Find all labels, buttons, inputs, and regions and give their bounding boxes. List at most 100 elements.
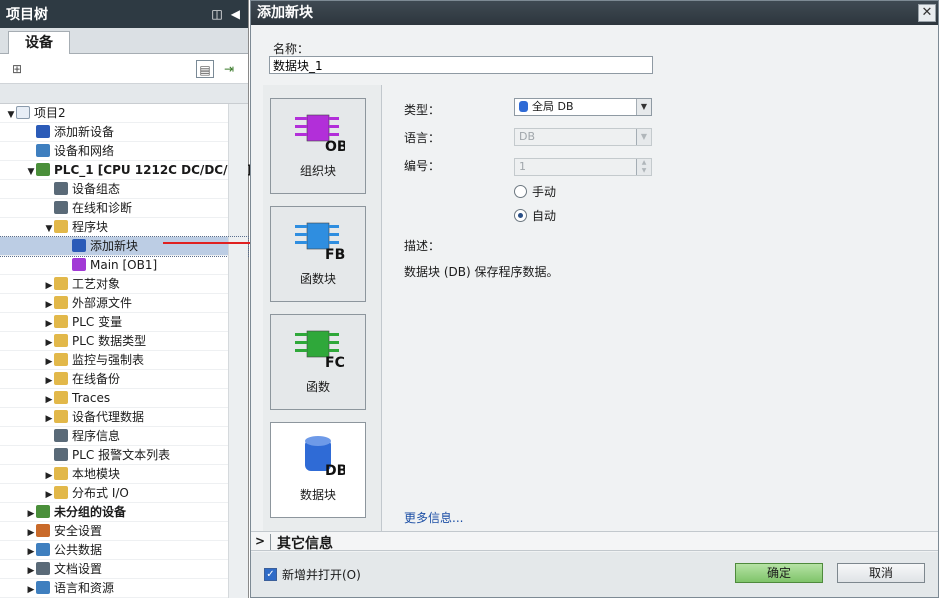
tree-status-column [228, 275, 248, 294]
folder-icon [54, 410, 68, 423]
tree-status-column [228, 484, 248, 503]
radio-manual[interactable]: 手动 [514, 183, 556, 200]
folder-icon [54, 391, 68, 404]
tree-status-column [228, 332, 248, 351]
detail-view-icon[interactable]: ▤ [196, 60, 214, 78]
tree-status-column [228, 389, 248, 408]
spin-icon: ▲ ▼ [636, 159, 651, 175]
block-type-label: 函数 [305, 380, 330, 394]
description-text: 数据块 (DB) 保存程序数据。 [404, 265, 559, 279]
tree-item[interactable]: Main [OB1] [0, 256, 248, 275]
tree-item[interactable]: 在线和诊断 [0, 199, 248, 218]
tree-properties-icon[interactable]: ⊞ [8, 60, 26, 78]
radio-auto-label: 自动 [532, 209, 557, 223]
checkmark-icon[interactable]: ✓ [264, 568, 277, 581]
folder-icon [54, 372, 68, 385]
tree-item-label: 监控与强制表 [72, 353, 145, 367]
tree-item[interactable]: 添加新设备 [0, 123, 248, 142]
block-type-fc-button[interactable]: FC 函数 [270, 314, 366, 410]
add-and-open-checkbox[interactable]: ✓ 新增并打开(O) [264, 566, 361, 583]
tree-item-label: 项目2 [34, 106, 66, 120]
tree-item[interactable]: ▶ 监控与强制表 [0, 351, 248, 370]
tree-item[interactable]: ▶ PLC 数据类型 [0, 332, 248, 351]
tree-item[interactable]: ▶ 公共数据 [0, 541, 248, 560]
folder-icon [54, 277, 68, 290]
radio-manual-circle[interactable] [514, 185, 527, 198]
plc-icon [36, 163, 50, 176]
fb-code-label: FB [325, 247, 345, 263]
add-block-icon [72, 239, 86, 252]
tree-item[interactable]: ▼ PLC_1 [CPU 1212C DC/DC/DC] [0, 161, 252, 180]
tab-devices[interactable]: 设备 [8, 31, 70, 55]
tree-item[interactable]: ▶ 工艺对象 [0, 275, 248, 294]
fc-block-icon: FC [295, 330, 345, 371]
more-info-link[interactable]: 更多信息... [404, 509, 463, 526]
tree-item[interactable]: 设备组态 [0, 180, 248, 199]
doc-settings-icon [36, 562, 50, 575]
radio-auto-circle[interactable] [514, 209, 527, 222]
tree-item-label: 程序信息 [72, 429, 121, 443]
project-tree-header: 项目树 ◫ ◀ [0, 0, 248, 28]
tree-item[interactable]: ▶ 分布式 I/O [0, 484, 248, 503]
project-tree-title: 项目树 [6, 7, 48, 23]
tree-status-column [228, 427, 248, 446]
radio-auto[interactable]: 自动 [514, 207, 556, 224]
close-icon[interactable]: ✕ [918, 4, 936, 22]
tree-status-column [228, 142, 248, 161]
dialog-title-bar: 添加新块 ✕ [251, 1, 938, 25]
tree-item[interactable]: ▶ 本地模块 [0, 465, 248, 484]
type-dropdown[interactable]: 全局 DB ▼ [514, 98, 652, 116]
number-stepper: 1 ▲ ▼ [514, 158, 652, 176]
tree-item[interactable]: ▶ 语言和资源 [0, 579, 248, 598]
tree-status-column [228, 446, 248, 465]
tree-item[interactable]: ▶ 安全设置 [0, 522, 248, 541]
radio-manual-label: 手动 [532, 185, 557, 199]
tree-status-column [228, 199, 248, 218]
tree-item[interactable]: ▶ PLC 变量 [0, 313, 248, 332]
add-to-tree-icon[interactable]: ⇥ [220, 60, 238, 78]
common-data-icon [36, 543, 50, 556]
number-label: 编号： [404, 159, 441, 173]
tree-item[interactable]: ▼ 项目2 [0, 104, 248, 123]
other-info-section[interactable]: > 其它信息 [251, 531, 938, 552]
tree-item[interactable]: ▶ 在线备份 [0, 370, 248, 389]
dialog-title: 添加新块 [257, 5, 313, 21]
other-info-label: 其它信息 [277, 536, 333, 552]
tree-item[interactable]: ▶ 设备代理数据 [0, 408, 248, 427]
block-type-ob-button[interactable]: OB 组织块 [270, 98, 366, 194]
block-type-fb-button[interactable]: FB 函数块 [270, 206, 366, 302]
tree-item-label: 设备代理数据 [72, 410, 145, 424]
chevron-down-icon: ▼ [636, 129, 651, 145]
block-name-field[interactable] [269, 56, 653, 74]
block-type-db-button[interactable]: DB 数据块 [270, 422, 366, 518]
chevron-down-icon[interactable]: ▼ [636, 99, 651, 115]
block-properties: 类型： 全局 DB ▼ 语言： DB ▼ 编号： 1 ▲ ▼ 手动 自动 描述： … [384, 85, 939, 531]
ok-button[interactable]: 确定 [735, 563, 823, 583]
type-value: 全局 DB [532, 100, 574, 113]
tree-item[interactable]: ▶ Traces [0, 389, 248, 408]
tree-item-label: Main [OB1] [90, 258, 158, 272]
divider [270, 534, 271, 550]
ungrouped-icon [36, 505, 50, 518]
tree-status-column [228, 218, 248, 237]
collapse-panel-icon[interactable]: ◀ [231, 7, 240, 21]
tree-status-column [228, 180, 248, 199]
tree-item[interactable]: 设备和网络 [0, 142, 248, 161]
tree-item-label: Traces [72, 391, 111, 405]
tree-item[interactable]: 程序信息 [0, 427, 248, 446]
project-icon [16, 106, 30, 119]
tree-status-column [228, 522, 248, 541]
cancel-button[interactable]: 取消 [837, 563, 925, 583]
tree-status-column [228, 541, 248, 560]
expand-right-icon[interactable]: ▶ [26, 581, 36, 600]
security-icon [36, 524, 50, 537]
tree-item[interactable]: PLC 报警文本列表 [0, 446, 248, 465]
pin-icon[interactable]: ◫ [211, 7, 222, 21]
chevron-right-icon[interactable]: > [255, 534, 265, 548]
tree-item[interactable]: ▶ 未分组的设备 [0, 503, 248, 522]
tree-item[interactable]: ▶ 文档设置 [0, 560, 248, 579]
tree-toolbar: ⊞ ▤ ⇥ [0, 54, 248, 84]
tree-item[interactable]: ▶ 外部源文件 [0, 294, 248, 313]
tree-item[interactable]: ▼ 程序块 [0, 218, 248, 237]
tree-item-label: 设备和网络 [54, 144, 115, 158]
